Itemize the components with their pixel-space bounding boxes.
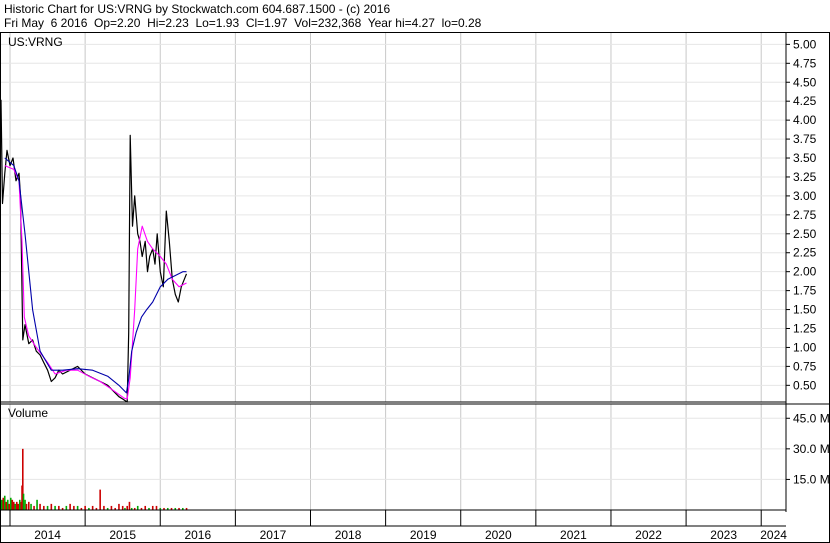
price-tick-label: 1.25 (793, 322, 817, 336)
price-tick-label: 4.75 (793, 56, 817, 70)
price-tick-label: 0.75 (793, 359, 817, 373)
x-axis-ticks: 2014 2015 2016 2017 2018 2019 2020 2021 2022 2023… (1, 509, 787, 542)
price-series (0, 99, 188, 403)
symbol-label: US:VRNG (8, 35, 63, 49)
price-tick-label: 4.00 (793, 113, 817, 127)
price-tick-label: 0.50 (793, 378, 817, 392)
volume-tick-label: 45.0 M (793, 411, 830, 425)
price-tick-label: 1.00 (793, 340, 817, 354)
price-tick-label: 4.50 (793, 75, 817, 89)
price-tick-label: 1.75 (793, 284, 817, 298)
x-tick-label: 2016 (184, 528, 211, 542)
volume-tick-label: 30.0 M (793, 442, 830, 456)
moving-average-short-line (4, 165, 187, 400)
volume-axis-ticks: 45.0 M 30.0 M 15.0 M (786, 411, 830, 486)
price-line (0, 99, 188, 403)
x-tick-label: 2014 (34, 528, 61, 542)
price-tick-label: 1.50 (793, 303, 817, 317)
price-tick-label: 2.50 (793, 227, 817, 241)
price-tick-label: 3.75 (793, 132, 817, 146)
price-tick-label: 3.00 (793, 189, 817, 203)
volume-panel: Volume (8, 406, 48, 420)
price-axis-ticks: 5.00 4.75 4.50 4.25 4.00 3.75 3.50 3.25 3.00 2.75… (786, 37, 817, 392)
volume-label: Volume (8, 406, 48, 420)
x-tick-label: 2020 (485, 528, 512, 542)
x-tick-label: 2015 (109, 528, 136, 542)
x-tick-label: 2022 (635, 528, 662, 542)
grid-lines (1, 33, 786, 510)
chart-outer-frame (0, 32, 830, 543)
price-tick-label: 2.00 (793, 265, 817, 279)
price-panel: US:VRNG (1, 33, 829, 512)
x-tick-label: 2018 (335, 528, 362, 542)
x-tick-label: 2021 (560, 528, 587, 542)
x-tick-label: 2019 (410, 528, 437, 542)
moving-average-long-line (4, 157, 187, 394)
x-tick-label: 2023 (710, 528, 737, 542)
price-tick-label: 5.00 (793, 37, 817, 51)
price-tick-label: 2.25 (793, 246, 817, 260)
price-tick-label: 2.75 (793, 208, 817, 222)
price-tick-label: 4.25 (793, 94, 817, 108)
x-tick-label: 2017 (260, 528, 287, 542)
x-tick-label: 2024 (760, 528, 787, 542)
price-tick-label: 3.50 (793, 151, 817, 165)
price-tick-label: 3.25 (793, 170, 817, 184)
volume-tick-label: 15.0 M (793, 472, 830, 486)
stock-chart: US:VRNG 5.00 4.75 4.50 4.25 4.00 3.75 3.50 3.25… (0, 32, 830, 543)
